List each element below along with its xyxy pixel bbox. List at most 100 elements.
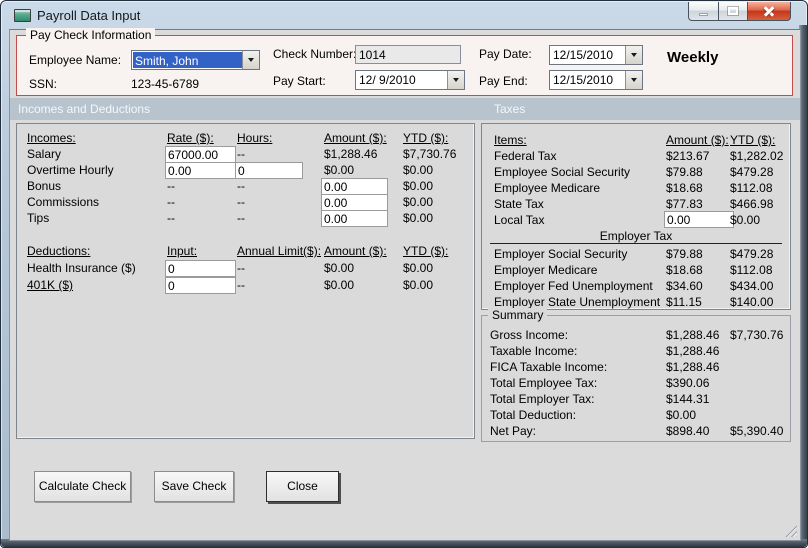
pay-start-label: Pay Start: <box>273 74 326 88</box>
total-deduction-amount: $0.00 <box>666 408 697 422</box>
minimize-icon <box>699 12 708 16</box>
tips-row: Tips -- -- $0.00 <box>17 210 474 227</box>
pay-end-dropdown-button[interactable] <box>625 71 642 89</box>
state-tax-amount: $77.83 <box>666 197 703 211</box>
employer-ss-ytd: $479.28 <box>730 247 774 261</box>
employer-ss-row: Employer Social Security $79.88 $479.28 <box>482 246 790 262</box>
taxable-income-label: Taxable Income: <box>490 344 578 358</box>
federal-tax-ytd: $1,282.02 <box>730 149 784 163</box>
local-tax-label: Local Tax <box>494 213 545 227</box>
employer-fed-unemployment-row: Employer Fed Unemployment $34.60 $434.00 <box>482 278 790 294</box>
minimize-button[interactable] <box>688 2 719 21</box>
deductions-header-ytd: YTD ($): <box>403 244 449 258</box>
employee-name-combobox[interactable]: Smith, John <box>131 50 260 70</box>
summary-groupbox: Summary Gross Income: $1,288.46 $7,730.7… <box>481 308 791 442</box>
salary-rate-input[interactable] <box>165 146 236 163</box>
save-check-button[interactable]: Save Check <box>154 471 234 502</box>
state-tax-ytd: $466.98 <box>730 197 774 211</box>
window-title: Payroll Data Input <box>37 8 141 23</box>
pay-date-dropdown-button[interactable] <box>625 46 642 64</box>
deductions-header-input: Input: <box>167 244 198 258</box>
pay-start-datepicker[interactable]: 12/ 9/2010 <box>355 70 465 90</box>
incomes-header-rate: Rate ($): <box>167 131 214 145</box>
tips-amount-input[interactable] <box>321 210 388 227</box>
local-tax-row: Local Tax $0.00 <box>482 211 790 228</box>
pay-date-value: 12/15/2010 <box>553 48 614 62</box>
incomes-header-item: Incomes: <box>27 131 76 145</box>
fica-taxable-income-amount: $1,288.46 <box>666 360 720 374</box>
salary-row: Salary -- $1,288.46 $7,730.76 <box>17 146 474 163</box>
bonus-hours: -- <box>237 179 245 193</box>
pay-date-label: Pay Date: <box>479 47 532 61</box>
commissions-ytd: $0.00 <box>403 195 434 209</box>
pay-frequency-label: Weekly <box>667 49 719 66</box>
salary-ytd: $7,730.76 <box>403 147 457 161</box>
window-controls <box>688 2 791 21</box>
employee-name-dropdown-button[interactable] <box>242 51 259 69</box>
pay-start-dropdown-button[interactable] <box>447 71 464 89</box>
local-tax-ytd: $0.00 <box>730 213 761 227</box>
section-header-bar: Incomes and Deductions Taxes <box>10 98 800 120</box>
employee-ss-amount: $79.88 <box>666 165 703 179</box>
chevron-down-icon <box>248 58 254 62</box>
employer-medicare-label: Employer Medicare <box>494 263 598 277</box>
chevron-down-icon <box>631 78 637 82</box>
health-insurance-annual-limit: -- <box>237 261 245 275</box>
overtime-hours-input[interactable] <box>235 162 303 179</box>
employer-fed-unemployment-label: Employer Fed Unemployment <box>494 279 653 293</box>
net-pay-ytd: $5,390.40 <box>730 424 784 438</box>
chevron-down-icon <box>631 53 637 57</box>
total-employee-tax-row: Total Employee Tax: $390.06 <box>482 375 790 391</box>
bonus-amount-input[interactable] <box>321 178 388 195</box>
gross-income-label: Gross Income: <box>490 328 569 342</box>
401k-input[interactable] <box>165 277 236 294</box>
incomes-header-amount: Amount ($): <box>324 131 387 145</box>
title-bar[interactable]: Payroll Data Input <box>1 1 807 29</box>
bonus-rate: -- <box>167 179 175 193</box>
tips-rate: -- <box>167 211 175 225</box>
401k-row: 401K ($) -- $0.00 $0.00 <box>17 277 474 294</box>
chevron-down-icon <box>453 78 459 82</box>
employee-medicare-label: Employee Medicare <box>494 181 601 195</box>
incomes-section-title: Incomes and Deductions <box>18 102 151 116</box>
maximize-button[interactable] <box>719 2 748 21</box>
401k-amount: $0.00 <box>324 278 355 292</box>
gross-income-amount: $1,288.46 <box>666 328 720 342</box>
check-number-input[interactable] <box>355 45 461 64</box>
resize-grip[interactable] <box>784 524 797 537</box>
close-button[interactable]: Close <box>266 471 339 502</box>
app-icon <box>14 9 31 22</box>
employee-medicare-row: Employee Medicare $18.68 $112.08 <box>482 180 790 196</box>
tips-label: Tips <box>27 211 50 225</box>
local-tax-input[interactable] <box>664 211 734 228</box>
health-insurance-input[interactable] <box>165 260 236 277</box>
deductions-header-item: Deductions: <box>27 244 91 258</box>
deductions-header-annual-limit: Annual Limit($): <box>237 244 322 258</box>
401k-ytd: $0.00 <box>403 278 434 292</box>
close-window-button[interactable] <box>748 2 791 21</box>
payroll-window: Payroll Data Input Pay Check Information… <box>0 0 808 548</box>
health-insurance-row: Health Insurance ($) -- $0.00 $0.00 <box>17 260 474 277</box>
pay-check-info-group: Pay Check Information Employee Name: Smi… <box>16 28 793 96</box>
summary-legend: Summary <box>488 308 548 322</box>
total-employee-tax-amount: $390.06 <box>666 376 710 390</box>
fica-taxable-income-label: FICA Taxable Income: <box>490 360 608 374</box>
commissions-amount-input[interactable] <box>321 194 388 211</box>
employee-ss-row: Employee Social Security $79.88 $479.28 <box>482 164 790 180</box>
401k-label[interactable]: 401K ($) <box>27 277 73 293</box>
commissions-rate: -- <box>167 195 175 209</box>
calculate-check-button[interactable]: Calculate Check <box>34 471 131 502</box>
employee-medicare-amount: $18.68 <box>666 181 703 195</box>
net-pay-label: Net Pay: <box>490 424 537 438</box>
overtime-rate-input[interactable] <box>165 162 236 179</box>
employer-ss-label: Employer Social Security <box>494 247 628 261</box>
employee-medicare-ytd: $112.08 <box>730 181 773 195</box>
pay-end-datepicker[interactable]: 12/15/2010 <box>549 70 643 90</box>
employer-fed-unemployment-ytd: $434.00 <box>730 279 774 293</box>
federal-tax-amount: $213.67 <box>666 149 710 163</box>
total-deduction-row: Total Deduction: $0.00 <box>482 407 790 423</box>
taxable-income-row: Taxable Income: $1,288.46 <box>482 343 790 359</box>
pay-end-label: Pay End: <box>479 74 528 88</box>
commissions-row: Commissions -- -- $0.00 <box>17 194 474 211</box>
pay-date-datepicker[interactable]: 12/15/2010 <box>549 45 643 65</box>
